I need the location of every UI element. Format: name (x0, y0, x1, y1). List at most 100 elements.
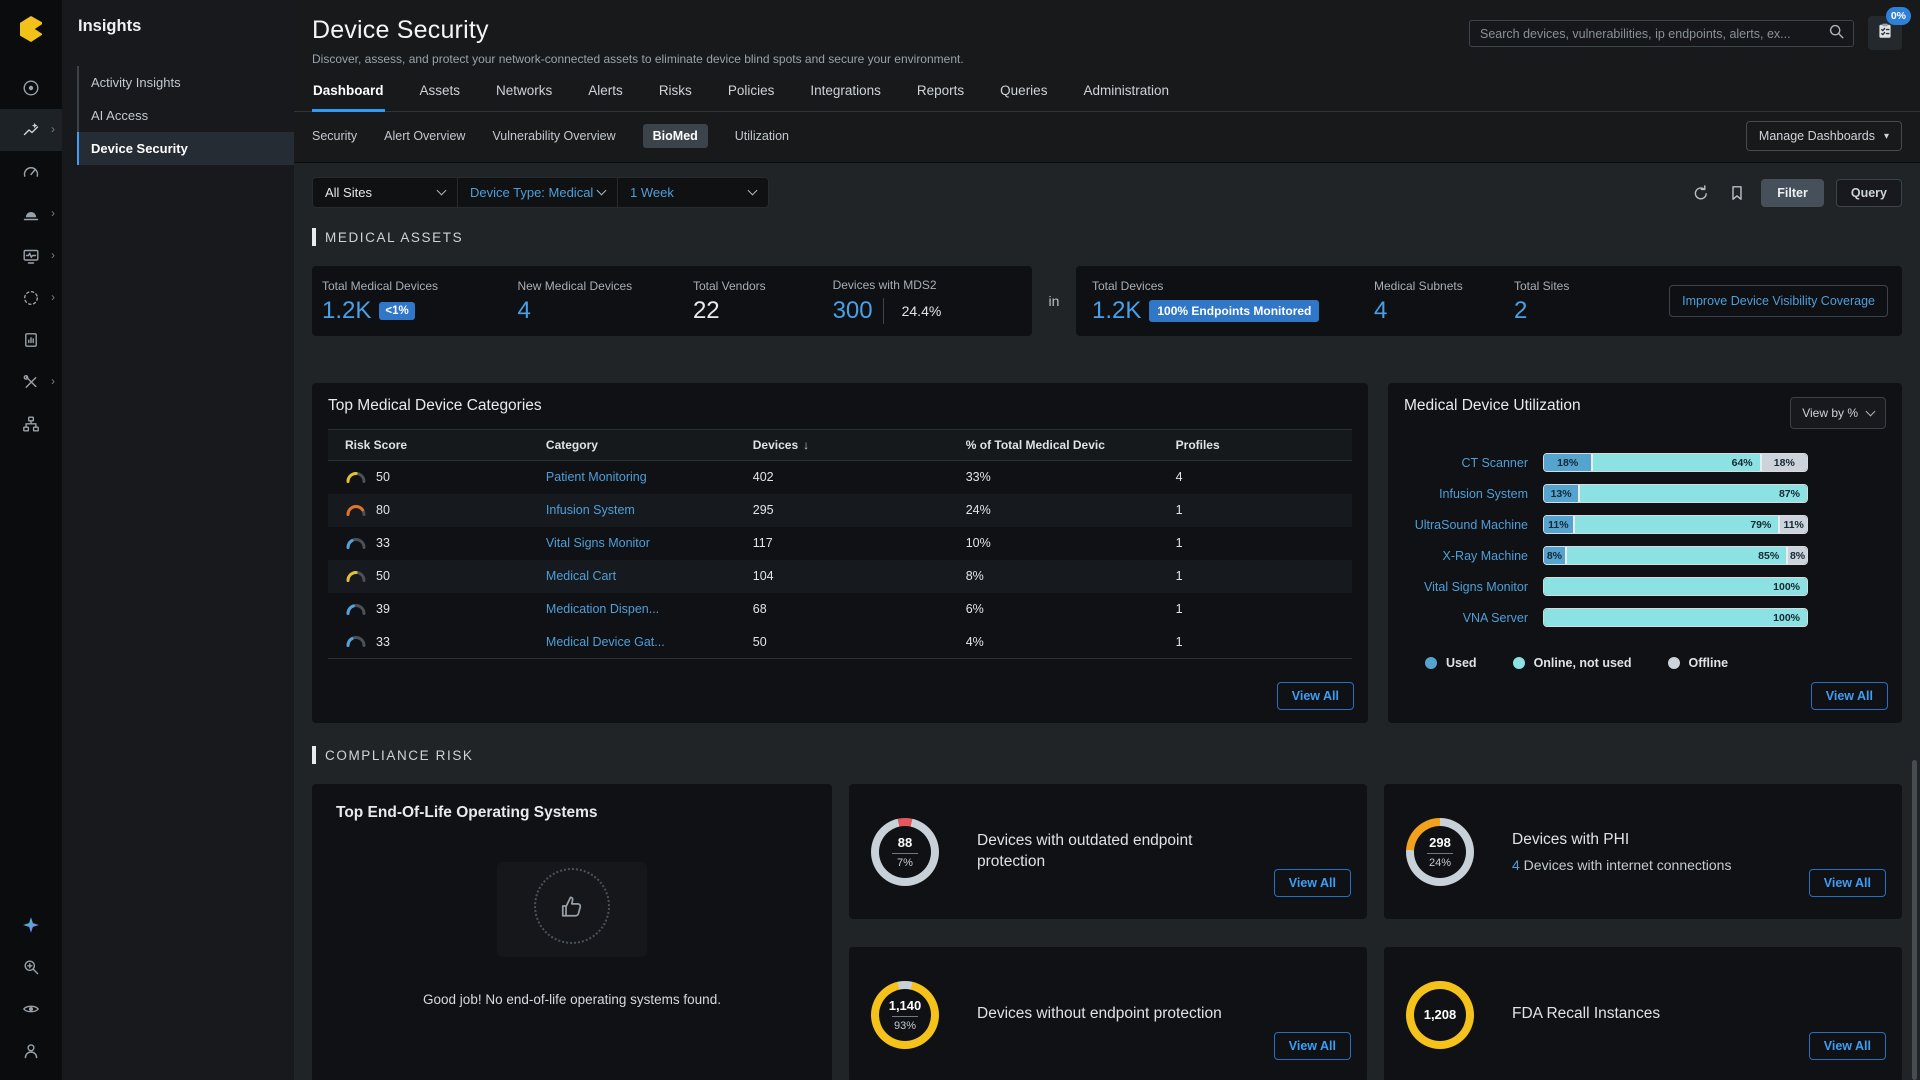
filter-button[interactable]: Filter (1761, 179, 1824, 207)
risk-card-title: Devices with outdated endpoint protectio… (977, 831, 1257, 873)
compliance-section-header: COMPLIANCE RISK (312, 746, 1902, 764)
rail-item-monitor-icon[interactable]: › (0, 235, 62, 277)
risk-card-view-all-button[interactable]: View All (1809, 869, 1886, 897)
rail-item-dotted-circle-icon[interactable]: › (0, 277, 62, 319)
metrics-connector: in (1032, 266, 1076, 336)
sites-dropdown[interactable]: All Sites (313, 178, 458, 207)
legend-label: Online, not used (1534, 656, 1632, 670)
time-range-dropdown[interactable]: 1 Week (618, 178, 768, 207)
vertical-scrollbar[interactable] (1912, 760, 1917, 1080)
category-link[interactable]: Medical Device Gat... (546, 635, 665, 649)
device-category-link[interactable]: CT Scanner (1404, 456, 1528, 470)
sidebar-item-ai-access[interactable]: AI Access (77, 99, 294, 132)
bookmark-icon[interactable] (1725, 181, 1749, 205)
metric-label: Devices with MDS2 (833, 278, 1032, 292)
metric-new-medical-devices: New Medical Devices 4 (517, 279, 693, 323)
rail-item-eye-icon[interactable] (0, 988, 62, 1030)
refresh-icon[interactable] (1689, 181, 1713, 205)
risk-card-view-all-button[interactable]: View All (1274, 1032, 1351, 1060)
device-category-link[interactable]: Infusion System (1404, 487, 1528, 501)
utilization-row: VNA Server 100% (1404, 609, 1807, 626)
subtab-alert-overview[interactable]: Alert Overview (384, 124, 465, 148)
page-title: Device Security (312, 16, 964, 45)
tab-risks[interactable]: Risks (658, 81, 693, 112)
sidebar-item-device-security[interactable]: Device Security (77, 132, 294, 165)
chevron-down-icon (1866, 406, 1876, 416)
title-block: Device Security Discover, assess, and pr… (312, 16, 964, 66)
donut-value: 1,208 (1424, 1007, 1457, 1022)
content-area: All Sites Device Type: Medical 1 Week (294, 163, 1920, 1080)
donut-divider (892, 1016, 918, 1017)
categories-panel-title: Top Medical Device Categories (328, 397, 1352, 415)
tab-alerts[interactable]: Alerts (587, 81, 624, 112)
device-category-link[interactable]: X-Ray Machine (1404, 549, 1528, 563)
rail-item-insights-icon[interactable]: › (0, 109, 62, 151)
tab-assets[interactable]: Assets (419, 81, 462, 112)
rail-item-tools-icon[interactable]: › (0, 361, 62, 403)
tab-queries[interactable]: Queries (999, 81, 1048, 112)
rail-item-ai-sparkle-icon[interactable] (0, 904, 62, 946)
category-link[interactable]: Infusion System (546, 503, 635, 517)
column-header-devices[interactable]: Devices↓ (745, 430, 958, 461)
title-row: Device Security Discover, assess, and pr… (294, 0, 1920, 66)
subtab-vulnerability-overview[interactable]: Vulnerability Overview (492, 124, 615, 148)
categories-view-all-button[interactable]: View All (1277, 682, 1354, 710)
rail-item-network-icon[interactable] (0, 403, 62, 445)
tab-administration[interactable]: Administration (1082, 81, 1170, 112)
rail-item-alarm-icon[interactable]: › (0, 193, 62, 235)
tab-policies[interactable]: Policies (727, 81, 776, 112)
pct-of-total: 24% (958, 494, 1168, 527)
metric-value: 4 (1374, 299, 1387, 323)
query-button[interactable]: Query (1836, 179, 1902, 207)
tab-reports[interactable]: Reports (916, 81, 965, 112)
chevron-down-icon (748, 186, 758, 196)
category-link[interactable]: Patient Monitoring (546, 470, 647, 484)
endpoints-monitored-badge: 100% Endpoints Monitored (1149, 300, 1319, 322)
rail-item-report-icon[interactable] (0, 319, 62, 361)
risk-card-view-all-button[interactable]: View All (1809, 1032, 1886, 1060)
coverage-report-button[interactable]: 0% (1868, 16, 1902, 50)
bar-segment-online-not-used: 100% (1544, 578, 1807, 595)
insights-menu: Activity InsightsAI AccessDevice Securit… (77, 66, 294, 165)
eol-success-message: Good job! No end-of-life operating syste… (336, 992, 808, 1007)
search-input[interactable] (1480, 27, 1822, 41)
metric-label: Total Devices (1092, 279, 1374, 293)
manage-dashboards-button[interactable]: Manage Dashboards ▾ (1746, 121, 1902, 151)
rail-bottom-icons (0, 904, 62, 1072)
rail-item-radar-icon[interactable] (0, 67, 62, 109)
subtab-security[interactable]: Security (312, 124, 357, 148)
medical-assets-metrics: Total Medical Devices 1.2K <1% New Medic… (312, 266, 1902, 336)
subtab-biomed[interactable]: BioMed (643, 124, 708, 148)
category-link[interactable]: Medical Cart (546, 569, 616, 583)
bar-segment-used: 11% (1544, 516, 1573, 533)
utilization-view-all-button[interactable]: View All (1811, 682, 1888, 710)
rail-item-user-icon[interactable] (0, 1030, 62, 1072)
device-category-link[interactable]: UltraSound Machine (1404, 518, 1528, 532)
tab-integrations[interactable]: Integrations (809, 81, 882, 112)
tab-networks[interactable]: Networks (495, 81, 553, 112)
category-link[interactable]: Medication Dispen... (546, 602, 659, 616)
bar-segment-used: 13% (1544, 485, 1578, 502)
view-by-dropdown[interactable]: View by % (1790, 397, 1886, 429)
armis-logo[interactable] (16, 14, 46, 49)
caret-down-icon: ▾ (1884, 131, 1889, 142)
subtab-utilization[interactable]: Utilization (735, 124, 789, 148)
subtitle-count: 4 (1512, 857, 1520, 873)
device-category-link[interactable]: VNA Server (1404, 611, 1528, 625)
utilization-bars: CT Scanner 18%64%18% Infusion System 13%… (1404, 454, 1886, 626)
device-category-link[interactable]: Vital Signs Monitor (1404, 580, 1528, 594)
risk-gauge-icon (345, 535, 367, 552)
thumbs-up-icon (534, 868, 610, 944)
rail-item-gauge-icon[interactable] (0, 151, 62, 193)
tab-dashboard[interactable]: Dashboard (312, 81, 385, 112)
risk-card-view-all-button[interactable]: View All (1274, 869, 1351, 897)
device-type-dropdown[interactable]: Device Type: Medical (458, 178, 618, 207)
filter-dropdown-group: All Sites Device Type: Medical 1 Week (312, 177, 769, 208)
improve-visibility-button[interactable]: Improve Device Visibility Coverage (1669, 285, 1888, 317)
metric-value: 2 (1514, 299, 1527, 323)
sidebar-item-activity-insights[interactable]: Activity Insights (77, 66, 294, 99)
pct-of-total: 33% (958, 461, 1168, 494)
category-link[interactable]: Vital Signs Monitor (546, 536, 650, 550)
chevron-down-icon (437, 186, 447, 196)
rail-item-search-gear-icon[interactable] (0, 946, 62, 988)
